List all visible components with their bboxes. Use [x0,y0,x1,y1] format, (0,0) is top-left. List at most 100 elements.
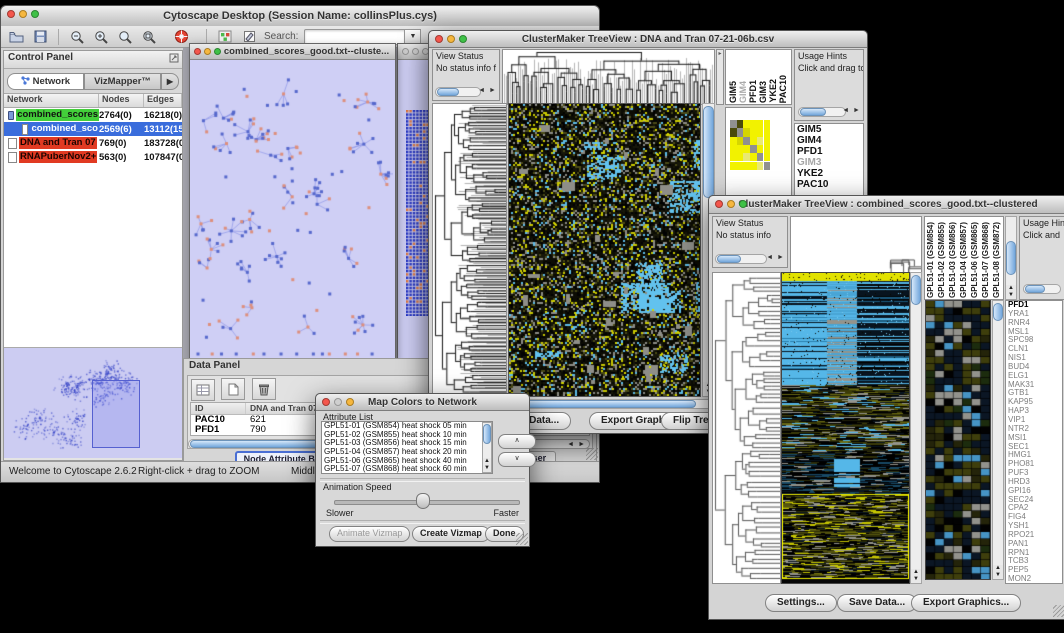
resize-grip[interactable] [586,448,598,460]
help-lifebuoy-icon[interactable] [172,29,190,45]
close-icon[interactable] [7,10,15,18]
array-label[interactable]: GPL51-03 (GSM856) [948,222,957,298]
tv1-heatmap-panel[interactable] [508,103,701,397]
save-icon[interactable] [31,29,49,45]
gene-label[interactable]: GIM3 [795,157,863,168]
minimize-icon[interactable] [447,35,455,43]
minimize-icon[interactable] [412,48,419,55]
array-label[interactable]: PAC10 [778,75,788,103]
close-icon[interactable] [435,35,443,43]
scroll-arrows[interactable]: ◄ ► [766,253,785,263]
close-icon[interactable] [322,398,330,406]
network-overview-panel[interactable] [4,348,182,458]
tv1-array-dendrogram-panel[interactable] [502,49,715,105]
tv2-zoom-vscrollbar[interactable]: ▲▼ [992,300,1004,580]
close-icon[interactable] [402,48,409,55]
tv2-global-vscrollbar[interactable]: ▲▼ [910,272,922,584]
move-attribute-up-button[interactable]: ∧ [498,434,536,449]
move-attribute-down-button[interactable]: ∨ [498,452,536,467]
similarity-matrix-thumbnail[interactable] [730,120,770,170]
array-label[interactable]: GIM4 [738,81,748,103]
treeview1-titlebar[interactable]: ClusterMaker TreeView : DNA and Tran 07-… [429,31,867,48]
attribute-list-vscrollbar[interactable]: ▲▼ [482,422,492,473]
tv2-global-heatmap-canvas[interactable] [782,273,909,583]
array-label[interactable]: GPL51-04 (GSM857) [959,222,968,298]
scroll-arrows[interactable]: ◄ ► [478,86,497,96]
zoom-in-icon[interactable] [92,29,110,45]
array-label[interactable]: GPL51-06 (GSM865) [970,222,979,298]
zoom-selected-icon[interactable] [116,29,134,45]
tv1-array-labels-panel[interactable]: GIM5GIM4PFD1GIM3YKE2PAC10 [725,49,792,105]
tv1-view-status-hscrollbar[interactable] [435,87,481,97]
zoom-icon[interactable] [346,398,354,406]
tv1-array-dendrogram-canvas[interactable] [503,50,714,104]
create-vizmap-button[interactable]: Create Vizmap [412,526,490,542]
tab-overflow-arrow[interactable]: ▶ [161,73,179,90]
export-graphics-button[interactable]: Export Graphics... [911,594,1021,612]
tab-vizmapper[interactable]: VizMapper™ [84,73,161,90]
tv2-array-labels-vscrollbar[interactable]: ▲▼ [1005,216,1017,300]
tv2-zoom-heatmap-canvas[interactable] [926,301,990,579]
tv2-global-heatmap-panel[interactable] [781,272,910,584]
scroll-arrows[interactable]: ◄ ► [842,106,861,116]
tv2-array-labels-panel[interactable]: GPL51-01 (GSM854)GPL51-02 (GSM855)GPL51-… [924,216,1004,300]
open-file-icon[interactable] [7,29,25,45]
array-label[interactable]: GIM5 [728,81,738,103]
tv2-zoom-heatmap-panel[interactable] [925,300,991,580]
float-panel-icon[interactable] [169,53,179,66]
minimize-icon[interactable] [334,398,342,406]
network-row[interactable]: RNAPuberNov2+563(0)107847(0) [4,150,182,164]
network-row[interactable]: combined_scores2764(0)16218(0) [4,108,182,122]
resize-grip[interactable] [516,533,528,545]
array-label[interactable]: GPL51-01 (GSM854) [926,222,935,298]
minimize-icon[interactable] [727,200,735,208]
gene-label[interactable]: MON2 [1006,575,1062,584]
resize-grip[interactable] [1053,605,1064,617]
settings-button[interactable]: Settings... [765,594,837,612]
tv2-gene-dendrogram-panel[interactable] [712,272,781,584]
network-row[interactable]: DNA and Tran 07769(0)183728(0) [4,136,182,150]
array-label[interactable]: YKE2 [768,79,778,103]
slider-thumb[interactable] [416,493,430,509]
zoom-out-icon[interactable] [68,29,86,45]
tv1-usage-hints-hscrollbar[interactable] [798,107,846,117]
zoom-icon[interactable] [459,35,467,43]
network-window1-titlebar[interactable]: combined_scores_good.txt--cluste... [190,44,395,60]
save-data-button[interactable]: Save Data... [837,594,917,612]
zoom-icon[interactable] [739,200,747,208]
array-label[interactable]: GIM3 [758,81,768,103]
tv2-view-status-hscrollbar[interactable] [715,254,767,264]
network-canvas-1[interactable] [190,60,393,359]
main-titlebar[interactable]: Cytoscape Desktop (Session Name: collins… [1,6,599,27]
gene-label[interactable]: YKE2 [795,168,863,179]
delete-attribute-trash-icon[interactable] [252,378,276,400]
minimize-icon[interactable] [204,48,211,55]
zoom-icon[interactable] [31,10,39,18]
tv2-usage-hints-hscrollbar[interactable] [1023,284,1061,294]
attribute-list[interactable]: GPL51-01 (GSM854) heat shock 05 minGPL51… [321,421,493,474]
close-icon[interactable] [194,48,201,55]
array-label[interactable]: GPL51-07 (GSM868) [981,222,990,298]
tv1-gene-dendrogram-canvas[interactable] [433,104,506,396]
close-icon[interactable] [715,200,723,208]
gene-label[interactable]: PAC10 [795,179,863,190]
tv2-gene-list-panel[interactable]: PFD1YRA1RNR4MSL1SPC98CLN1NIS1BUD4ELG1MAK… [1005,300,1063,584]
scroll-arrows[interactable]: ▲▼ [1006,285,1016,299]
network-row[interactable]: combined_sco2569(6)13112(15) [4,122,182,136]
treeview2-titlebar[interactable]: ClusterMaker TreeView : combined_scores_… [709,196,1064,214]
tab-network[interactable]: Network [7,73,84,90]
zoom-fit-icon[interactable] [140,29,158,45]
gene-label[interactable]: GIM5 [795,124,863,135]
array-label[interactable]: PFD1 [748,80,758,103]
new-attribute-icon[interactable] [221,378,245,400]
scroll-arrows[interactable]: ▲▼ [993,565,1003,579]
array-label[interactable]: GPL51-02 (GSM855) [937,222,946,298]
zoom-icon[interactable] [214,48,221,55]
gene-label[interactable]: GIM4 [795,135,863,146]
attribute-select-icon[interactable] [191,379,215,401]
scroll-arrows[interactable]: ▲▼ [911,569,921,583]
scroll-arrows[interactable]: ▲▼ [483,458,491,472]
dialog-titlebar[interactable]: Map Colors to Network [316,394,529,411]
overview-viewport-rect[interactable] [92,380,140,448]
array-label[interactable]: GPL51-08 (GSM872) [992,222,1001,298]
